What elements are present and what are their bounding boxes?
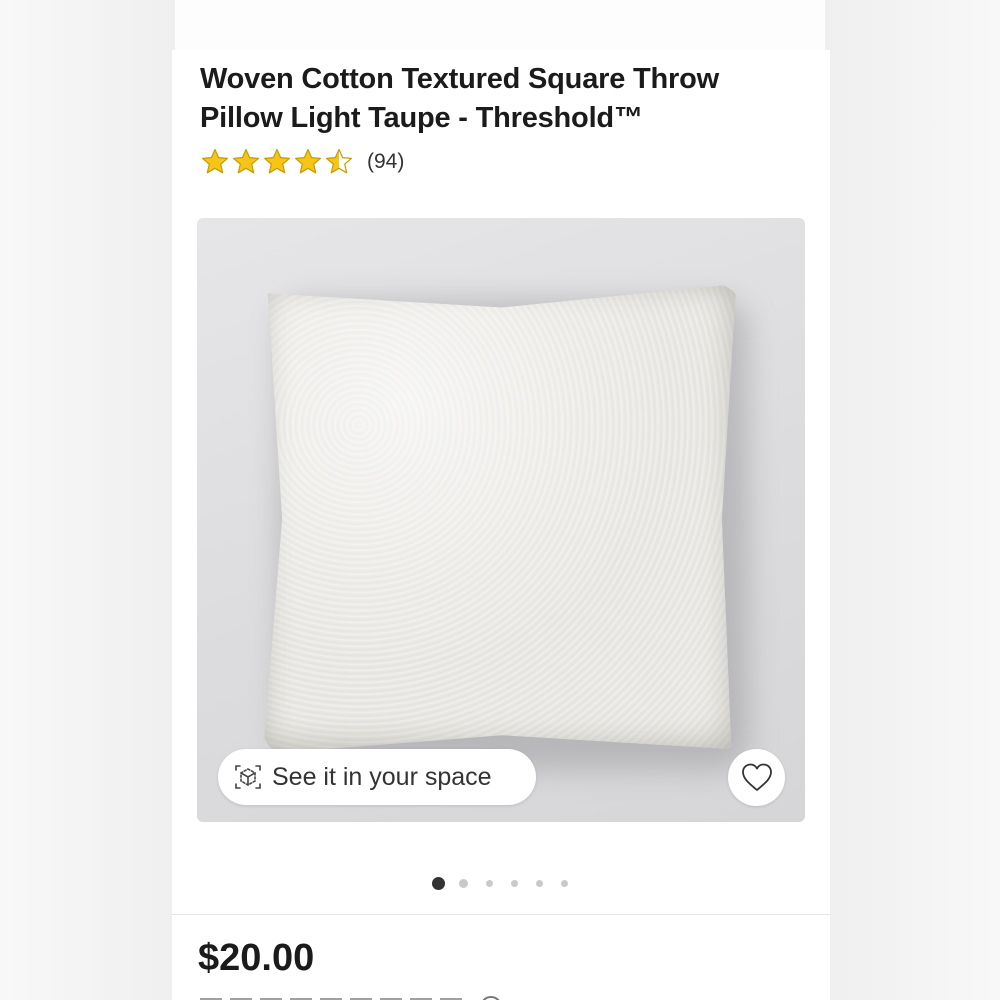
left-backdrop	[0, 0, 175, 1000]
carousel-dot[interactable]	[561, 879, 568, 887]
product-card: Woven Cotton Textured Square Throw Pillo…	[172, 50, 830, 1000]
product-image-pillow	[263, 284, 737, 754]
product-image-carousel[interactable]: See it in your space	[197, 218, 805, 822]
carousel-dot[interactable]	[536, 879, 543, 887]
star-icon	[326, 148, 352, 174]
cut-off-row	[200, 992, 530, 1000]
carousel-pagination[interactable]	[432, 875, 586, 891]
product-title: Woven Cotton Textured Square Throw Pillo…	[200, 60, 800, 138]
product-title-line-1: Woven Cotton Textured Square Throw	[200, 63, 719, 95]
star-icon	[233, 148, 259, 174]
info-icon	[480, 996, 502, 1000]
price: $20.00	[198, 937, 315, 979]
see-it-in-your-space-label: See it in your space	[272, 762, 492, 791]
star-icon	[264, 148, 290, 174]
star-icon	[202, 148, 228, 174]
heart-icon	[741, 763, 772, 791]
ar-cube-icon	[235, 765, 261, 789]
product-title-line-2: Pillow Light Taupe - Threshold™	[200, 102, 643, 134]
carousel-dot[interactable]	[459, 878, 468, 888]
right-backdrop	[825, 0, 1000, 1000]
see-it-in-your-space-button[interactable]: See it in your space	[218, 749, 536, 805]
star-rating	[200, 147, 355, 177]
carousel-dot[interactable]	[486, 879, 493, 887]
rating-row[interactable]: (94)	[200, 146, 404, 178]
review-count[interactable]: (94)	[367, 147, 404, 177]
star-icon	[295, 148, 321, 174]
carousel-dot-active[interactable]	[432, 876, 445, 890]
divider	[172, 914, 830, 915]
favorite-button[interactable]	[728, 749, 785, 806]
carousel-dot[interactable]	[511, 879, 518, 887]
